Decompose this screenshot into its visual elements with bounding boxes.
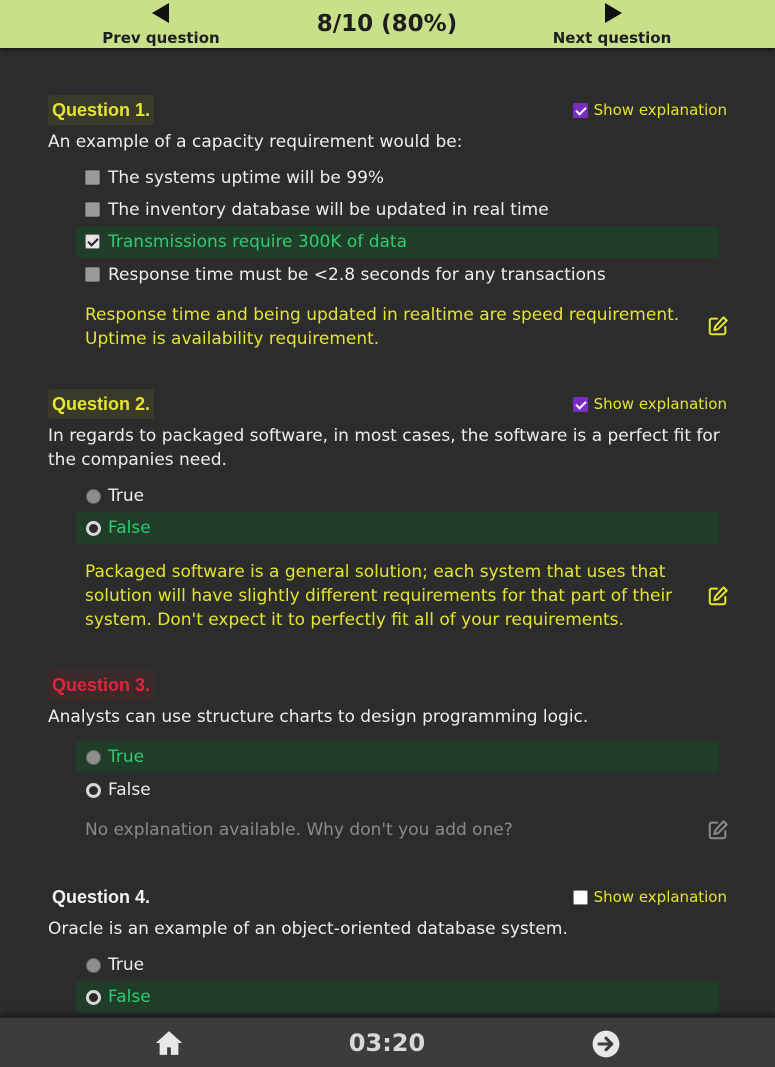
home-icon[interactable]: [154, 1028, 184, 1058]
question-title: Question 4.: [52, 887, 151, 907]
edit-icon[interactable]: [707, 819, 729, 841]
answer-option[interactable]: The systems uptime will be 99%: [76, 162, 719, 194]
answer-checkbox[interactable]: [85, 170, 100, 185]
explanation-text: Packaged software is a general solution;…: [85, 562, 673, 630]
next-question-label: Next question: [552, 29, 672, 47]
answer-label: True: [108, 955, 145, 975]
arrow-left-icon: [152, 3, 169, 23]
answer-label: The inventory database will be updated i…: [108, 200, 549, 220]
progress-indicator: 8/10 (80%): [316, 11, 458, 37]
explanation-text: Response time and being updated in realt…: [85, 305, 680, 349]
answer-label: The systems uptime will be 99%: [108, 168, 385, 188]
answer-label: True: [108, 747, 145, 767]
answer-option-correct[interactable]: Transmissions require 300K of data: [76, 226, 719, 258]
next-question-button[interactable]: Next question: [532, 0, 692, 48]
answer-checkbox[interactable]: [85, 202, 100, 217]
show-explanation-label: Show explanation: [593, 101, 727, 119]
answer-label: False: [108, 518, 151, 538]
show-explanation-checkbox[interactable]: [572, 889, 588, 905]
show-explanation-checkbox[interactable]: [572, 396, 588, 412]
answer-radio[interactable]: [86, 489, 101, 504]
timer: 03:20: [348, 1029, 426, 1057]
question-text: Oracle is an example of an object-orient…: [48, 919, 568, 939]
edit-icon[interactable]: [707, 585, 729, 607]
question-text: In regards to packaged software, in most…: [48, 426, 720, 470]
arrow-right-icon: [605, 3, 622, 23]
edit-icon[interactable]: [707, 315, 729, 337]
question-title: Question 1.: [48, 95, 155, 125]
question-title: Question 3.: [48, 670, 155, 700]
show-explanation-toggle[interactable]: Show explanation: [572, 882, 727, 912]
answer-radio[interactable]: [86, 783, 101, 798]
question-text: An example of a capacity requirement wou…: [48, 132, 463, 152]
answer-option[interactable]: True: [76, 480, 719, 512]
answer-radio[interactable]: [86, 750, 101, 765]
answer-radio[interactable]: [86, 990, 101, 1005]
answer-option-correct[interactable]: False: [76, 981, 719, 1013]
answer-option-correct[interactable]: True: [76, 741, 719, 773]
answer-radio[interactable]: [86, 958, 101, 973]
show-explanation-checkbox[interactable]: [572, 102, 588, 118]
explanation-placeholder: No explanation available. Why don't you …: [85, 820, 513, 840]
prev-question-label: Prev question: [102, 29, 220, 47]
answer-label: False: [108, 987, 151, 1007]
top-bar: Prev question 8/10 (80%) Next question: [0, 0, 775, 48]
show-explanation-label: Show explanation: [593, 395, 727, 413]
show-explanation-toggle[interactable]: Show explanation: [572, 95, 727, 125]
answer-label: True: [108, 486, 145, 506]
answer-label: Transmissions require 300K of data: [108, 232, 408, 252]
answer-option[interactable]: True: [76, 949, 719, 981]
answer-checkbox[interactable]: [85, 234, 100, 249]
answer-label: False: [108, 780, 151, 800]
prev-question-button[interactable]: Prev question: [81, 0, 241, 48]
question-title: Question 2.: [48, 389, 155, 419]
question-text: Analysts can use structure charts to des…: [48, 707, 589, 727]
show-explanation-label: Show explanation: [593, 888, 727, 906]
bottom-bar: 03:20: [0, 1017, 775, 1067]
show-explanation-toggle[interactable]: Show explanation: [572, 389, 727, 419]
answer-radio[interactable]: [86, 521, 101, 536]
arrow-circle-right-icon[interactable]: [592, 1030, 620, 1058]
answer-option[interactable]: The inventory database will be updated i…: [76, 194, 719, 226]
answer-label: Response time must be <2.8 seconds for a…: [108, 265, 606, 285]
answer-option-correct[interactable]: False: [76, 512, 719, 544]
answer-option-selected[interactable]: False: [76, 774, 719, 806]
answer-checkbox[interactable]: [85, 267, 100, 282]
answer-option[interactable]: Response time must be <2.8 seconds for a…: [76, 259, 719, 291]
